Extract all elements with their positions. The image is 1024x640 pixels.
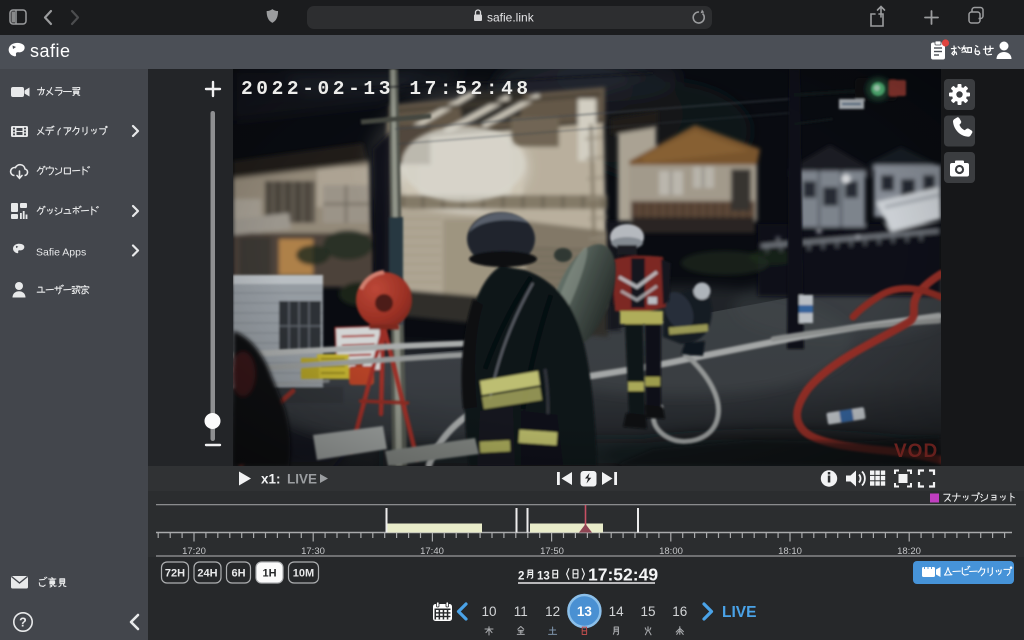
svg-text:13: 13 — [537, 571, 550, 583]
svg-text:14: 14 — [609, 604, 625, 619]
svg-text:Safie Apps: Safie Apps — [36, 247, 86, 259]
svg-text:17:30: 17:30 — [301, 546, 325, 557]
svg-text:10: 10 — [481, 604, 496, 619]
svg-text:15: 15 — [640, 604, 655, 619]
svg-text:safie.link: safie.link — [487, 11, 535, 25]
svg-text:11: 11 — [514, 604, 528, 619]
svg-text:1H: 1H — [262, 568, 276, 580]
svg-text:17:40: 17:40 — [420, 546, 444, 557]
svg-text:LIVE: LIVE — [287, 472, 317, 487]
svg-text:17:52:49: 17:52:49 — [588, 565, 658, 585]
svg-text:2022-02-13 17:52:48: 2022-02-13 17:52:48 — [241, 78, 532, 100]
svg-text:18:20: 18:20 — [897, 546, 921, 557]
svg-text:18:00: 18:00 — [659, 546, 683, 557]
svg-text:LIVE: LIVE — [722, 604, 756, 621]
svg-text:?: ? — [19, 616, 27, 630]
svg-text:safie: safie — [30, 41, 71, 61]
svg-text:17:50: 17:50 — [540, 546, 564, 557]
svg-text:16: 16 — [672, 604, 687, 619]
svg-text:17:20: 17:20 — [182, 546, 206, 557]
svg-text:x1:: x1: — [261, 472, 281, 487]
svg-text:2: 2 — [518, 571, 524, 583]
svg-text:24H: 24H — [197, 568, 217, 580]
svg-text:18:10: 18:10 — [778, 546, 802, 557]
svg-text:6H: 6H — [231, 568, 245, 580]
svg-text:13: 13 — [577, 604, 593, 619]
svg-text:72H: 72H — [165, 568, 185, 580]
svg-text:10M: 10M — [293, 568, 314, 580]
svg-text:12: 12 — [545, 604, 560, 619]
